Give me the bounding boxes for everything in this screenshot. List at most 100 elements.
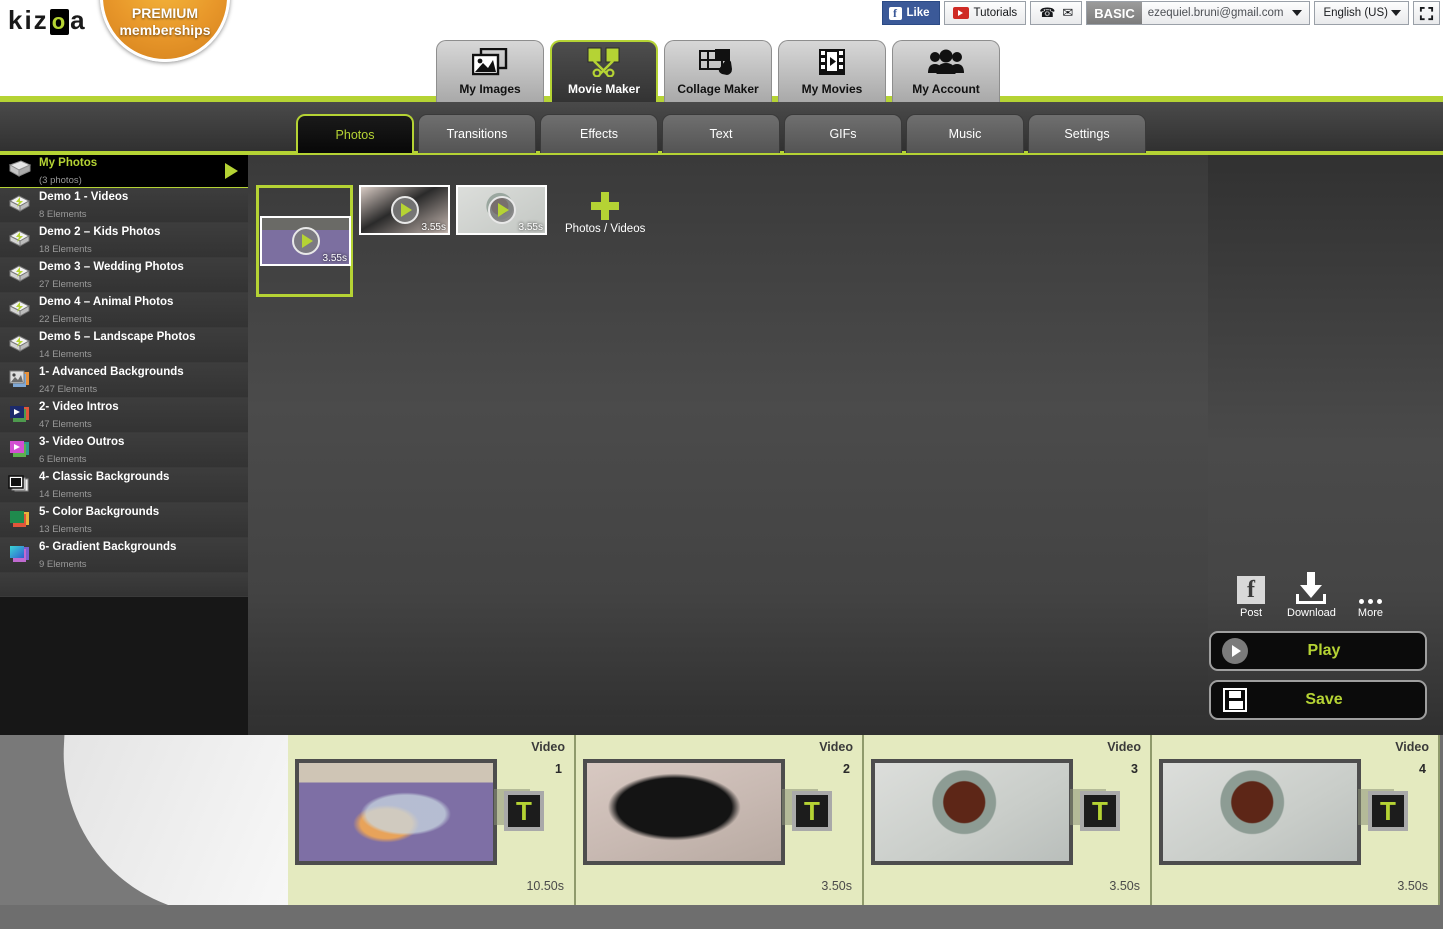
text-tool-glyph: T	[516, 796, 532, 826]
sidebar-item-title: 3- Video Outros	[39, 436, 125, 449]
language-selector[interactable]: English (US)	[1314, 1, 1409, 25]
plus-icon	[591, 192, 620, 220]
subtab-music[interactable]: Music	[906, 114, 1024, 153]
premium-line2: memberships	[119, 22, 211, 38]
library-sidebar: My Photos (3 photos) Demo 1 - Videos 8 E…	[0, 155, 248, 890]
play-button[interactable]: Play	[1209, 631, 1427, 671]
play-icon[interactable]	[291, 227, 320, 255]
clip-duration: 3.50s	[1397, 879, 1428, 893]
sidebar-item-demo-1-videos[interactable]: Demo 1 - Videos 8 Elements	[0, 188, 248, 223]
tutorials-button[interactable]: Tutorials	[943, 1, 1027, 25]
sidebar-item-count: 14 Elements	[39, 349, 92, 360]
sidebar-item-demo-2-kids-photos[interactable]: Demo 2 – Kids Photos 18 Elements	[0, 223, 248, 258]
play-icon[interactable]	[487, 196, 516, 224]
clip-duration: 3.50s	[1109, 879, 1140, 893]
tab-label: My Movies	[801, 82, 863, 96]
filmstrip-icon	[817, 41, 847, 82]
sidebar-item-gradient-backgrounds[interactable]: 6- Gradient Backgrounds 9 Elements	[0, 538, 248, 573]
sidebar-item-count: 8 Elements	[39, 209, 87, 220]
subtab-effects[interactable]: Effects	[540, 114, 658, 153]
phone-icon: ☎	[1039, 5, 1056, 20]
thumbnail-item[interactable]: 3.55s	[359, 185, 450, 235]
account-selector[interactable]: BASIC ezequiel.bruni@gmail.com	[1086, 1, 1311, 25]
clip-number: 4	[1419, 762, 1426, 776]
save-label: Save	[1305, 691, 1343, 708]
subtab-transitions[interactable]: Transitions	[418, 114, 536, 153]
text-tool-icon[interactable]: T	[1368, 791, 1408, 831]
sidebar-item-text: 6- Gradient Backgrounds 9 Elements	[39, 538, 176, 572]
timeline-left-spacer	[0, 735, 288, 905]
sub-tabs: Photos Transitions Effects Text GIFs Mus…	[296, 114, 1146, 153]
sidebar-item-demo-3-wedding-photos[interactable]: Demo 3 – Wedding Photos 27 Elements	[0, 258, 248, 293]
clip-thumbnail[interactable]	[583, 759, 785, 865]
sidebar-item-video-intros[interactable]: 2- Video Intros 47 Elements	[0, 398, 248, 433]
add-photos-videos-button[interactable]: Photos / Videos	[565, 185, 645, 235]
text-tool-icon[interactable]: T	[1080, 791, 1120, 831]
timeline-clip[interactable]: Video 3 T 3.50s	[864, 735, 1152, 905]
save-button[interactable]: Save	[1209, 680, 1427, 720]
backgrounds-icon	[8, 369, 32, 391]
sidebar-item-demo-4-animal-photos[interactable]: Demo 4 – Animal Photos 22 Elements	[0, 293, 248, 328]
sidebar-item-advanced-backgrounds[interactable]: 1- Advanced Backgrounds 247 Elements	[0, 363, 248, 398]
sidebar-item-video-outros[interactable]: 3- Video Outros 6 Elements	[0, 433, 248, 468]
play-icon[interactable]	[390, 196, 419, 224]
download-button[interactable]: Download	[1287, 570, 1336, 619]
sidebar-item-text: 2- Video Intros 47 Elements	[39, 398, 119, 432]
clip-thumbnail[interactable]	[1159, 759, 1361, 865]
share-actions: f Post Download More	[1209, 570, 1427, 619]
sidebar-item-count: 22 Elements	[39, 314, 92, 325]
subtab-photos[interactable]: Photos	[296, 114, 414, 153]
chevron-right-icon[interactable]	[225, 163, 238, 179]
clip-image	[587, 763, 781, 861]
sidebar-item-my-photos[interactable]: My Photos (3 photos)	[0, 155, 248, 188]
sidebar-item-count: 27 Elements	[39, 279, 92, 290]
clip-type: Video	[1395, 740, 1429, 754]
sidebar-item-color-backgrounds[interactable]: 5- Color Backgrounds 13 Elements	[0, 503, 248, 538]
fullscreen-button[interactable]	[1413, 1, 1440, 25]
sidebar-item-text: Demo 3 – Wedding Photos 27 Elements	[39, 258, 184, 292]
text-tool-icon[interactable]: T	[504, 791, 544, 831]
premium-memberships-badge[interactable]: PREMIUM memberships	[100, 0, 230, 62]
fullscreen-icon	[1419, 6, 1434, 20]
tab-movie-maker[interactable]: Movie Maker	[550, 40, 658, 102]
clip-thumbnail[interactable]	[871, 759, 1073, 865]
text-tool-icon[interactable]: T	[792, 791, 832, 831]
more-button[interactable]: More	[1358, 570, 1383, 619]
thumbnail-item[interactable]: 3.55s	[256, 185, 353, 297]
tab-my-images[interactable]: My Images	[436, 40, 544, 102]
tab-collage-maker[interactable]: Collage Maker	[664, 40, 772, 102]
subtab-settings[interactable]: Settings	[1028, 114, 1146, 153]
sidebar-item-text: 5- Color Backgrounds 13 Elements	[39, 503, 159, 537]
sidebar-item-title: Demo 3 – Wedding Photos	[39, 261, 184, 274]
sidebar-item-classic-backgrounds[interactable]: 4- Classic Backgrounds 14 Elements	[0, 468, 248, 503]
thumbnail-item[interactable]: 3.55s	[456, 185, 547, 235]
clip-thumbnail[interactable]	[295, 759, 497, 865]
sidebar-item-title: My Photos	[39, 157, 98, 170]
kizoa-logo[interactable]: kiz o a	[8, 5, 87, 36]
timeline-track[interactable]: Video 1 T 10.50s Video 2 T 3.50s Video 3	[288, 735, 1443, 905]
post-label: Post	[1239, 607, 1262, 619]
timeline-clip[interactable]: Video 4 T 3.50s	[1152, 735, 1440, 905]
demo-stack-icon	[8, 334, 32, 356]
gradient-bg-icon	[8, 544, 32, 566]
subtab-gifs[interactable]: GIFs	[784, 114, 902, 153]
tab-label: Collage Maker	[677, 82, 759, 96]
timeline-clip[interactable]: Video 2 T 3.50s	[576, 735, 864, 905]
timeline-clip[interactable]: Video 1 T 10.50s	[288, 735, 576, 905]
post-button[interactable]: f Post	[1237, 570, 1265, 619]
media-thumbnail-strip: 3.55s 3.55s 3.55s Photos / Videos	[256, 185, 645, 297]
sidebar-item-text: 3- Video Outros 6 Elements	[39, 433, 124, 467]
subtab-text[interactable]: Text	[662, 114, 780, 153]
video-intro-icon	[8, 404, 32, 426]
chevron-down-icon	[1391, 10, 1401, 16]
tab-my-movies[interactable]: My Movies	[778, 40, 886, 102]
sidebar-item-demo-5-landscape-photos[interactable]: Demo 5 – Landscape Photos 14 Elements	[0, 328, 248, 363]
sidebar-item-text: Demo 1 - Videos 8 Elements	[39, 188, 128, 222]
sidebar-item-title: 1- Advanced Backgrounds	[39, 366, 184, 379]
sidebar-item-title: 6- Gradient Backgrounds	[39, 541, 177, 554]
tab-my-account[interactable]: My Account	[892, 40, 1000, 102]
sidebar-item-title: 2- Video Intros	[39, 401, 119, 414]
contact-button[interactable]: ☎ ✉	[1030, 1, 1083, 25]
facebook-like-button[interactable]: f Like	[881, 1, 940, 25]
sidebar-item-text: 1- Advanced Backgrounds 247 Elements	[39, 363, 184, 397]
